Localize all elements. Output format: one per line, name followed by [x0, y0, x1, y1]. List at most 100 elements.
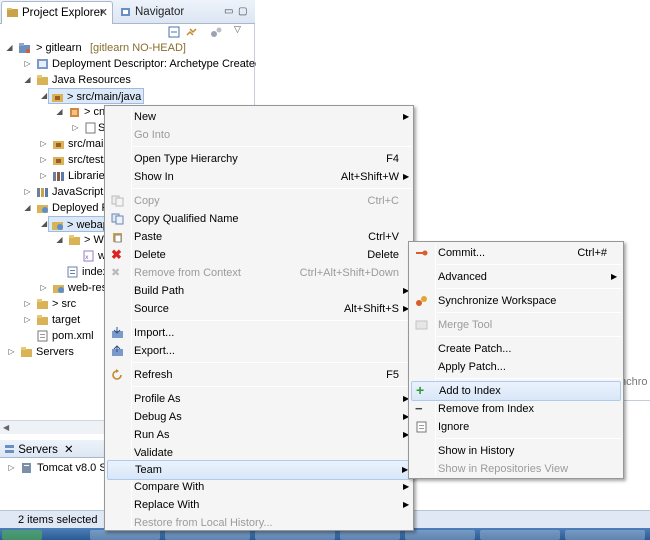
menu-item-build-path[interactable]: Build Path ▶ [107, 282, 411, 300]
collapse-arrow-icon[interactable]: ▷ [23, 312, 32, 328]
menu-item-label: Create Patch... [438, 343, 512, 355]
collapse-all-icon[interactable] [168, 26, 181, 38]
scroll-left-icon[interactable]: ◀ [3, 423, 9, 432]
menu-item-go-into[interactable]: Go Into [107, 126, 411, 144]
menu-item-delete[interactable]: ✖ Delete Delete [107, 246, 411, 264]
menu-item-restore-from-local-history[interactable]: Restore from Local History... [107, 514, 411, 532]
menu-item-replace-with[interactable]: Replace With ▶ [107, 496, 411, 514]
tree-item-src-main-java[interactable]: > src/main/java [48, 88, 144, 104]
menu-item-remove-from-index[interactable]: − Remove from Index [411, 400, 621, 418]
taskbar-button[interactable] [405, 530, 475, 540]
collapse-arrow-icon[interactable]: ▷ [39, 136, 48, 152]
menu-separator [133, 320, 411, 321]
menu-item-label: Import... [134, 327, 175, 339]
menu-item-synchronize-workspace[interactable]: Synchronize Workspace [411, 292, 621, 310]
collapse-arrow-icon[interactable]: ▷ [39, 152, 48, 168]
tree-item-src[interactable]: ▷ > src [0, 296, 104, 312]
tree-item-tomcat[interactable]: ▷ Tomcat v8.0 Se [0, 460, 112, 476]
collapse-arrow-icon[interactable]: ▷ [7, 460, 16, 476]
expand-icon[interactable]: ◢ [5, 40, 14, 56]
menu-item-add-to-index[interactable]: + Add to Index [411, 381, 621, 401]
menu-item-copy-qualified-name[interactable]: Copy Qualified Name [107, 210, 411, 228]
tree-item-java-resources[interactable]: ◢ Java Resources [0, 72, 255, 88]
tree-item-index[interactable]: index [0, 264, 108, 280]
menu-separator [437, 438, 621, 439]
menu-item-merge-tool[interactable]: Merge Tool [411, 316, 621, 334]
collapse-arrow-icon[interactable]: ▷ [71, 120, 80, 136]
menu-item-show-in-repositories-view[interactable]: Show in Repositories View [411, 460, 621, 478]
collapse-arrow-icon[interactable]: ▷ [39, 168, 48, 184]
menu-item-source[interactable]: Source Alt+Shift+S ▶ [107, 300, 411, 318]
start-button[interactable] [2, 530, 42, 540]
menu-item-refresh[interactable]: Refresh F5 [107, 366, 411, 384]
tree-item-javascript-resources[interactable]: ▷ JavaScript R [0, 184, 114, 200]
menu-item-label: Show In [134, 171, 174, 183]
taskbar-button[interactable] [480, 530, 560, 540]
maximize-icon[interactable]: ▢ [238, 6, 247, 17]
collapse-arrow-icon[interactable]: ▷ [7, 344, 16, 360]
menu-item-paste[interactable]: Paste Ctrl+V [107, 228, 411, 246]
tree-item-label: src/test/ [68, 154, 107, 166]
menu-item-show-in[interactable]: Show In Alt+Shift+W ▶ [107, 168, 411, 186]
expand-icon[interactable]: ◢ [23, 200, 32, 216]
tree-item-servers[interactable]: ▷ Servers [0, 344, 104, 360]
collapse-arrow-icon[interactable]: ▷ [23, 184, 32, 200]
menu-item-advanced[interactable]: Advanced ▶ [411, 268, 621, 286]
tree-item-libraries[interactable]: ▷ Libraries [0, 168, 110, 184]
menu-item-remove-from-context[interactable]: ✖ Remove from Context Ctrl+Alt+Shift+Dow… [107, 264, 411, 282]
tab-project-explorer[interactable]: Project Explorer ✕ [1, 1, 113, 24]
menu-item-copy[interactable]: Copy Ctrl+C [107, 192, 411, 210]
tab-navigator[interactable]: Navigator [115, 1, 220, 24]
menu-item-compare-with[interactable]: Compare With ▶ [107, 478, 411, 496]
menu-separator [133, 146, 411, 147]
tree-item-pom-xml[interactable]: pom.xml [0, 328, 104, 344]
expand-icon[interactable]: ◢ [55, 232, 64, 248]
menu-item-label: Delete [134, 249, 166, 261]
expand-icon[interactable]: ◢ [41, 216, 47, 232]
minimize-icon[interactable]: ▭ [224, 6, 233, 17]
menu-item-label: Source [134, 303, 169, 315]
tree-item-cn[interactable]: ◢ > cn [0, 104, 105, 120]
tree-item-gitlearn[interactable]: ◢ > gitlearn [gitlearn NO-HEAD] [0, 40, 255, 56]
tree-item-webapp[interactable]: > webap [48, 216, 109, 232]
tree-item-deployment-descriptor[interactable]: ▷ Deployment Descriptor: Archetype Creat… [0, 56, 261, 72]
filter-icon[interactable] [210, 26, 223, 38]
link-with-editor-icon[interactable] [185, 26, 198, 38]
tree-item-target[interactable]: ▷ target [0, 312, 104, 328]
menu-item-debug-as[interactable]: Debug As ▶ [107, 408, 411, 426]
menu-item-commit[interactable]: Commit... Ctrl+# [411, 244, 621, 262]
collapse-arrow-icon[interactable]: ▷ [23, 56, 32, 72]
expand-icon[interactable]: ◢ [55, 104, 64, 120]
menu-item-team[interactable]: Team ▶ [107, 460, 411, 480]
tree-item-deployed-resources[interactable]: ◢ Deployed R [0, 200, 109, 216]
collapse-arrow-icon[interactable]: ▷ [39, 280, 48, 296]
view-menu-icon[interactable]: ▽ [234, 24, 247, 36]
expand-icon[interactable]: ◢ [41, 88, 47, 104]
menu-item-open-type-hierarchy[interactable]: Open Type Hierarchy F4 [107, 150, 411, 168]
close-icon[interactable]: ✕ [64, 444, 74, 456]
expand-icon[interactable]: ◢ [23, 72, 32, 88]
tree-item-web-inf[interactable]: ◢ > WI [0, 232, 107, 248]
submenu-arrow-icon: ▶ [611, 272, 618, 281]
tree-item-web-resources[interactable]: ▷ web-reso [0, 280, 113, 296]
menu-item-label: Copy Qualified Name [134, 213, 239, 225]
menu-item-profile-as[interactable]: Profile As ▶ [107, 390, 411, 408]
menu-item-create-patch[interactable]: Create Patch... [411, 340, 621, 358]
collapse-arrow-icon[interactable]: ▷ [23, 296, 32, 312]
tree-item-src-main[interactable]: ▷ src/mair [0, 136, 107, 152]
menu-item-ignore[interactable]: Ignore [411, 418, 621, 436]
menu-item-new[interactable]: New ▶ [107, 108, 411, 126]
menu-item-export[interactable]: Export... [107, 342, 411, 360]
tree-item-web-xml[interactable]: x w [0, 248, 106, 264]
close-icon[interactable]: ✕ [99, 6, 108, 19]
menu-item-show-in-history[interactable]: Show in History [411, 442, 621, 460]
menu-item-apply-patch[interactable]: Apply Patch... [411, 358, 621, 376]
tab-servers[interactable]: Servers ✕ [4, 442, 74, 456]
tree-item-label: > gitlearn [36, 42, 82, 54]
menu-item-run-as[interactable]: Run As ▶ [107, 426, 411, 444]
tree-item-src-test[interactable]: ▷ src/test/ [0, 152, 107, 168]
taskbar-button[interactable] [565, 530, 645, 540]
menu-item-import[interactable]: Import... [107, 324, 411, 342]
tree-item-label: pom.xml [52, 330, 94, 342]
tree-item-source-file[interactable]: ▷ S [0, 120, 105, 136]
